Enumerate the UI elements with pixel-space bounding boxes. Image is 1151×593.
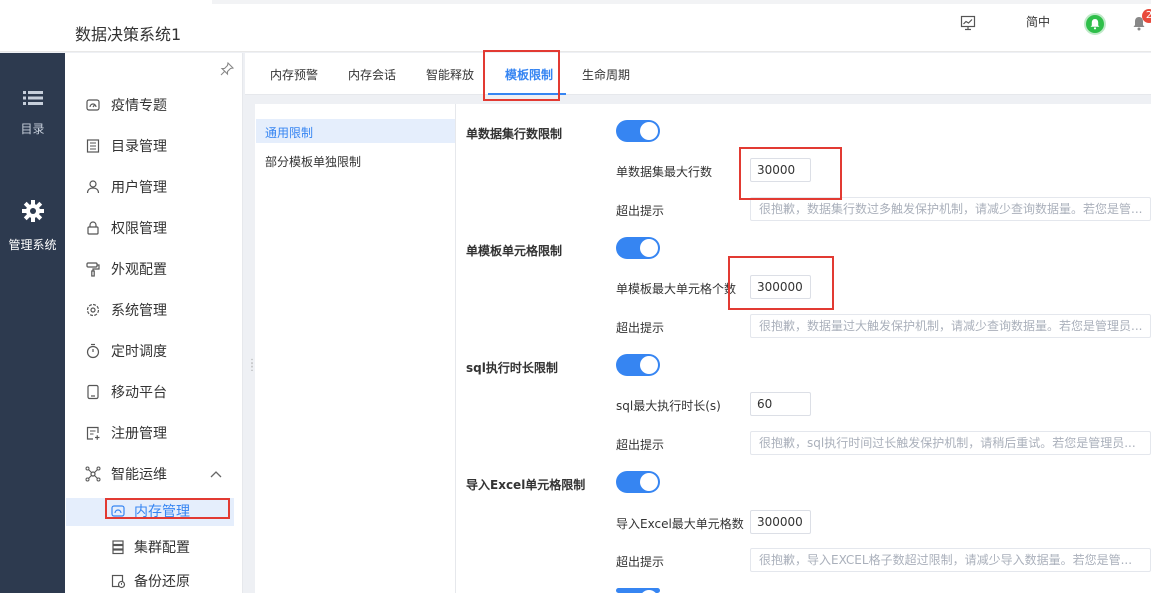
sidebar-item-label: 疫情专题 bbox=[111, 98, 167, 114]
subnav-template-specific-limit[interactable]: 部分模板单独限制 bbox=[265, 153, 361, 170]
sidebar-item-label: 定时调度 bbox=[111, 344, 167, 360]
excel-import-limit-toggle[interactable] bbox=[616, 471, 660, 493]
rail-item-label: 管理系统 bbox=[8, 238, 57, 252]
sidebar-item-mobile[interactable]: 移动平台 bbox=[85, 381, 167, 403]
timer-icon bbox=[86, 343, 100, 359]
sql-duration-tip-input[interactable]: 很抱歉，sql执行时间过长触发保护机制，请稍后重试。若您是管理员... bbox=[750, 431, 1151, 455]
sidebar-item-register[interactable]: 注册管理 bbox=[85, 422, 167, 444]
pin-icon[interactable] bbox=[220, 62, 234, 76]
next-section-toggle[interactable] bbox=[616, 588, 660, 593]
sidebar-item-label: 智能运维 bbox=[111, 467, 167, 483]
tab-template-limit[interactable]: 模板限制 bbox=[505, 66, 553, 83]
section-title: 导入Excel单元格限制 bbox=[466, 478, 586, 492]
sidebar-item-ops[interactable]: 智能运维 bbox=[85, 463, 167, 485]
sidebar-item-label: 移动平台 bbox=[111, 385, 167, 401]
sidebar-item-label: 系统管理 bbox=[111, 303, 167, 319]
catalog-icon bbox=[86, 139, 100, 153]
register-icon bbox=[86, 426, 100, 440]
sidebar-item-catalog[interactable]: 目录管理 bbox=[85, 135, 167, 157]
sidebar-item-label: 内存管理 bbox=[134, 504, 190, 520]
sidebar-item-label: 权限管理 bbox=[111, 221, 167, 237]
server-icon bbox=[112, 540, 124, 555]
memory-icon bbox=[111, 505, 125, 517]
lock-icon bbox=[87, 221, 99, 235]
tab-memory-session[interactable]: 内存会话 bbox=[348, 66, 396, 83]
dataset-rows-limit-toggle[interactable] bbox=[616, 120, 660, 142]
field-label: 单数据集最大行数 bbox=[616, 165, 713, 179]
field-label: 超出提示 bbox=[616, 555, 665, 569]
subnav-general-limit[interactable]: 通用限制 bbox=[265, 124, 313, 141]
chevron-up-icon[interactable] bbox=[210, 470, 222, 478]
rail-item-label: 目录 bbox=[20, 122, 45, 136]
sidebar-item-label: 备份还原 bbox=[134, 574, 190, 590]
app-header: 数据决策系统1 bbox=[0, 8, 1151, 52]
notification-badge: 2 bbox=[1142, 9, 1151, 23]
sidebar-item-backup[interactable]: 备份还原 bbox=[110, 570, 190, 592]
user-icon bbox=[86, 180, 100, 194]
app-title: 数据决策系统1 bbox=[75, 25, 182, 44]
language-switch[interactable]: 简中 bbox=[1026, 13, 1050, 30]
paint-roller-icon bbox=[86, 262, 100, 277]
excel-max-cells-input[interactable] bbox=[750, 510, 811, 534]
template-max-cells-input[interactable] bbox=[750, 275, 811, 299]
section-title: 单模板单元格限制 bbox=[466, 244, 563, 258]
field-label: 超出提示 bbox=[616, 204, 665, 218]
sidebar-item-epidemic[interactable]: 疫情专题 bbox=[85, 94, 167, 116]
rail-item-management[interactable]: 管理系统 bbox=[0, 200, 65, 253]
list-icon bbox=[22, 91, 43, 105]
sql-duration-limit-toggle[interactable] bbox=[616, 354, 660, 376]
sidebar-item-label: 外观配置 bbox=[111, 262, 167, 278]
sidebar-item-schedule[interactable]: 定时调度 bbox=[85, 340, 167, 362]
field-label: 导入Excel最大单元格数 bbox=[616, 517, 744, 531]
dataset-rows-tip-input[interactable]: 很抱歉，数据集行数过多触发保护机制，请减少查询数据量。若您是管... bbox=[750, 197, 1151, 221]
active-tab-indicator bbox=[488, 93, 566, 95]
field-label: 超出提示 bbox=[616, 438, 665, 452]
tab-smart-release[interactable]: 智能释放 bbox=[426, 66, 474, 83]
dataset-max-rows-input[interactable] bbox=[750, 158, 811, 182]
template-cells-limit-toggle[interactable] bbox=[616, 237, 660, 259]
sidebar-item-label: 用户管理 bbox=[111, 180, 167, 196]
section-title: 单数据集行数限制 bbox=[466, 127, 563, 141]
sidebar-item-permissions[interactable]: 权限管理 bbox=[85, 217, 167, 239]
network-icon bbox=[85, 466, 101, 482]
field-label: 单模板最大单元格个数 bbox=[616, 282, 737, 296]
dashboard-chart-icon[interactable] bbox=[960, 15, 976, 31]
top-strip bbox=[0, 0, 1151, 8]
dashboard-icon bbox=[86, 99, 100, 111]
backup-icon bbox=[111, 574, 126, 589]
excel-import-tip-input[interactable]: 很抱歉，导入EXCEL格子数超过限制，请减少导入数据量。若您是管... bbox=[750, 548, 1151, 572]
tab-memory-alert[interactable]: 内存预警 bbox=[270, 66, 318, 83]
tab-lifecycle[interactable]: 生命周期 bbox=[582, 66, 630, 83]
sidebar-item-cluster[interactable]: 集群配置 bbox=[110, 536, 190, 558]
section-title: sql执行时长限制 bbox=[466, 361, 558, 375]
bell-icon bbox=[1090, 19, 1100, 30]
rail-item-catalog[interactable]: 目录 bbox=[0, 90, 65, 137]
sidebar-item-label: 目录管理 bbox=[111, 139, 167, 155]
settings-icon bbox=[86, 303, 100, 317]
sql-max-duration-input[interactable] bbox=[750, 392, 811, 416]
tablet-icon bbox=[87, 384, 99, 400]
gear-icon bbox=[21, 200, 44, 222]
template-cells-tip-input[interactable]: 很抱歉，数据量过大触发保护机制，请减少查询数据量。若您是管理员... bbox=[750, 314, 1151, 338]
sidebar-item-memory[interactable]: 内存管理 bbox=[110, 500, 190, 522]
sidebar-item-label: 注册管理 bbox=[111, 426, 167, 442]
avatar[interactable] bbox=[1084, 13, 1106, 35]
sidebar-item-users[interactable]: 用户管理 bbox=[85, 176, 167, 198]
sidebar-item-system[interactable]: 系统管理 bbox=[85, 299, 167, 321]
limit-subnav bbox=[255, 104, 456, 593]
field-label: sql最大执行时长(s) bbox=[616, 399, 721, 413]
sidebar-item-appearance[interactable]: 外观配置 bbox=[85, 258, 167, 280]
field-label: 超出提示 bbox=[616, 321, 665, 335]
address-bar bbox=[212, 0, 1151, 4]
sidebar-item-label: 集群配置 bbox=[134, 540, 190, 556]
